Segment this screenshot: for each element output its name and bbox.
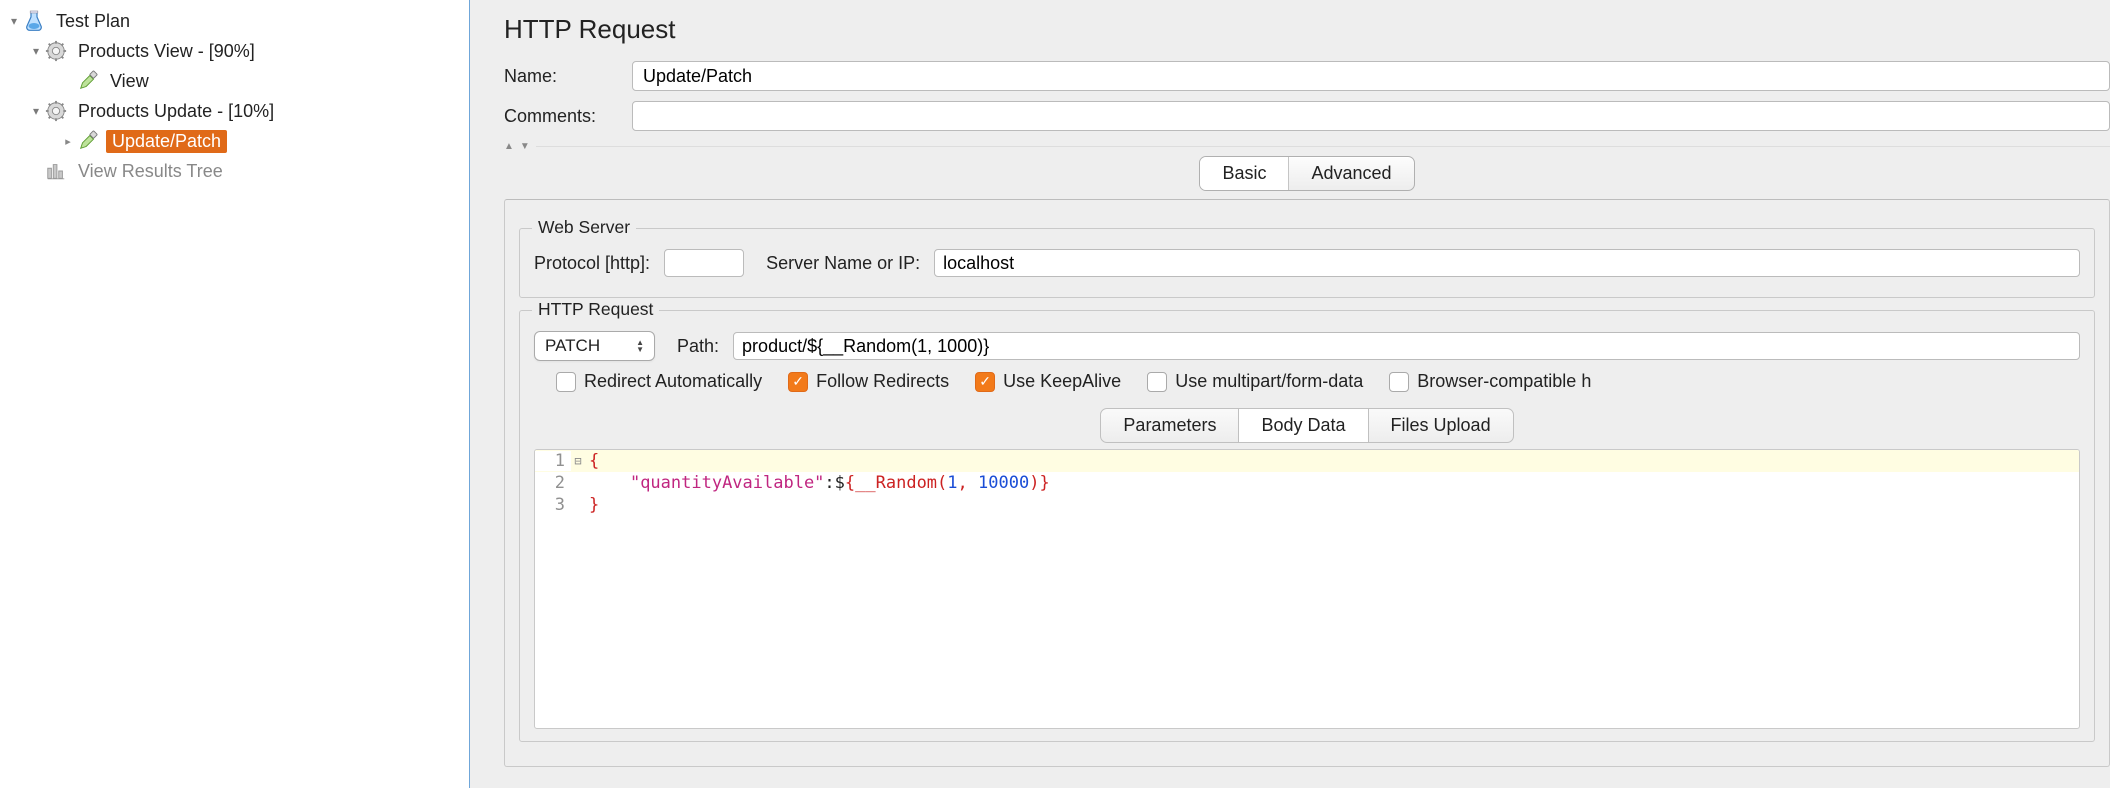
line-number: 3 <box>535 495 571 515</box>
http-request-fieldset: HTTP Request PATCH ▲▼ Path: Redirect Aut… <box>519 310 2095 742</box>
cb-redirect-auto[interactable]: Redirect Automatically <box>556 371 762 392</box>
method-select[interactable]: PATCH ▲▼ <box>534 331 655 361</box>
cb-label: Follow Redirects <box>816 371 949 392</box>
code-token: )} <box>1029 473 1049 493</box>
tab-files-upload[interactable]: Files Upload <box>1368 408 1514 443</box>
name-row: Name: <box>504 61 2110 91</box>
tree-view-results[interactable]: View Results Tree <box>0 156 469 186</box>
tree-label: View <box>106 70 153 93</box>
comments-label: Comments: <box>504 106 614 127</box>
editor-line: 3 } <box>535 494 2079 516</box>
code-token: "quantityAvailable" <box>630 473 824 493</box>
code-token: { <box>589 451 599 471</box>
checkbox-checked-icon: ✓ <box>788 372 808 392</box>
web-server-legend: Web Server <box>532 217 636 238</box>
checkbox-icon <box>556 372 576 392</box>
tree-view-sampler[interactable]: View <box>0 66 469 96</box>
chevron-down-icon[interactable]: ▾ <box>28 44 44 58</box>
tab-advanced[interactable]: Advanced <box>1289 157 1413 190</box>
comments-input[interactable] <box>632 101 2110 131</box>
cb-keepalive[interactable]: ✓ Use KeepAlive <box>975 371 1121 392</box>
code-token: 10000 <box>978 473 1029 493</box>
server-input[interactable] <box>934 249 2080 277</box>
chart-icon <box>44 159 68 183</box>
view-tabs: Basic Advanced <box>504 156 2110 191</box>
beaker-icon <box>22 9 46 33</box>
line-number: 2 <box>535 473 571 493</box>
code-token: $ <box>835 473 845 493</box>
editor-line: 1 ⊟ { <box>535 450 2079 472</box>
tab-basic[interactable]: Basic <box>1200 157 1289 190</box>
tree-products-update[interactable]: ▾ Products Update - [10%] <box>0 96 469 126</box>
tree-products-view[interactable]: ▾ Products View - [90%] <box>0 36 469 66</box>
name-input[interactable] <box>632 61 2110 91</box>
tree-label: View Results Tree <box>74 160 227 183</box>
server-label: Server Name or IP: <box>766 253 920 274</box>
body-editor[interactable]: 1 ⊟ { 2 "quantityAvailable":${__Random(1… <box>534 449 2080 729</box>
comments-row: Comments: <box>504 101 2110 131</box>
line-number: 1 <box>535 451 571 471</box>
tab-body-data[interactable]: Body Data <box>1239 408 1367 443</box>
tree-panel: ▾ Test Plan ▾ Products View - [90%] View… <box>0 0 470 788</box>
page-title: HTTP Request <box>504 14 2110 45</box>
checkbox-checked-icon: ✓ <box>975 372 995 392</box>
chevron-right-icon[interactable]: ▸ <box>60 135 76 148</box>
code-token: {__Random( <box>845 473 947 493</box>
cb-follow-redirects[interactable]: ✓ Follow Redirects <box>788 371 949 392</box>
checkbox-icon <box>1147 372 1167 392</box>
code-token: , <box>958 473 978 493</box>
path-label: Path: <box>677 336 719 357</box>
editor-line: 2 "quantityAvailable":${__Random(1, 1000… <box>535 472 2079 494</box>
tab-parameters[interactable]: Parameters <box>1100 408 1239 443</box>
name-label: Name: <box>504 66 614 87</box>
body-tabs: Parameters Body Data Files Upload <box>534 408 2080 443</box>
tree-label: Test Plan <box>52 10 134 33</box>
triangle-up-icon: ▲ <box>504 141 514 152</box>
code-token: } <box>589 495 599 515</box>
fold-minus-icon[interactable]: ⊟ <box>571 454 585 468</box>
dropper-icon <box>76 69 100 93</box>
tree-label: Update/Patch <box>106 130 227 153</box>
cb-label: Use KeepAlive <box>1003 371 1121 392</box>
tree-test-plan[interactable]: ▾ Test Plan <box>0 6 469 36</box>
http-request-legend: HTTP Request <box>532 299 659 320</box>
cb-browser-compat[interactable]: Browser-compatible h <box>1389 371 1591 392</box>
tree-label: Products View - [90%] <box>74 40 259 63</box>
gear-icon <box>44 39 68 63</box>
cb-label: Browser-compatible h <box>1417 371 1591 392</box>
tree-update-patch[interactable]: ▸ Update/Patch <box>0 126 469 156</box>
protocol-input[interactable] <box>664 249 744 277</box>
tree-label: Products Update - [10%] <box>74 100 278 123</box>
code-token: 1 <box>947 473 957 493</box>
web-server-fieldset: Web Server Protocol [http]: Server Name … <box>519 228 2095 298</box>
triangle-down-icon: ▼ <box>520 141 530 152</box>
chevron-down-icon[interactable]: ▾ <box>28 104 44 118</box>
code-token: : <box>824 473 834 493</box>
path-input[interactable] <box>733 332 2080 360</box>
checkbox-group: Redirect Automatically ✓ Follow Redirect… <box>556 371 2080 392</box>
content-panel: HTTP Request Name: Comments: ▲ ▼ Basic A… <box>470 0 2110 788</box>
separator: ▲ ▼ <box>504 141 2110 152</box>
chevrons-icon: ▲▼ <box>636 339 644 353</box>
method-value: PATCH <box>545 336 600 356</box>
cb-label: Use multipart/form-data <box>1175 371 1363 392</box>
cb-multipart[interactable]: Use multipart/form-data <box>1147 371 1363 392</box>
cb-label: Redirect Automatically <box>584 371 762 392</box>
checkbox-icon <box>1389 372 1409 392</box>
dropper-icon <box>76 129 100 153</box>
protocol-label: Protocol [http]: <box>534 253 650 274</box>
chevron-down-icon[interactable]: ▾ <box>6 14 22 28</box>
gear-icon <box>44 99 68 123</box>
